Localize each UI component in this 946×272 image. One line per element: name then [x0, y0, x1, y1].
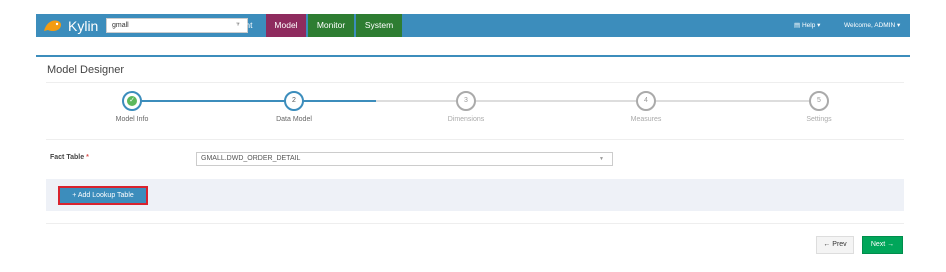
next-button[interactable]: Next → — [862, 236, 903, 254]
wizard-step-label: Settings — [806, 116, 832, 123]
lookup-table-area: + Add Lookup Table — [46, 179, 904, 211]
wizard-progress-line — [132, 100, 376, 102]
required-mark: * — [86, 154, 89, 161]
wizard-step-4[interactable]: 4 — [636, 91, 656, 111]
chevron-down-icon: ▼ — [599, 156, 604, 162]
chevron-down-icon: ▾ — [817, 22, 821, 29]
divider — [46, 223, 904, 224]
nav-model[interactable]: Model — [266, 14, 306, 37]
wizard-step-3[interactable]: 3 — [456, 91, 476, 111]
wizard-step-2[interactable]: 2 — [284, 91, 304, 111]
add-lookup-table-button[interactable]: + Add Lookup Table — [58, 186, 148, 205]
nav-monitor[interactable]: Monitor — [308, 14, 354, 37]
divider — [46, 139, 904, 140]
project-select-value: gmall — [112, 22, 129, 29]
kylin-logo-icon — [44, 19, 62, 31]
welcome-label: Welcome, ADMIN — [844, 22, 896, 29]
top-navbar: Kylin gmall ▼ Insight Model Monitor Syst… — [36, 14, 910, 37]
model-designer-panel: Model Designer ✓ Model Info 2 Data Model… — [36, 55, 910, 262]
wizard-step-label: Measures — [630, 116, 662, 123]
nav-insight[interactable]: Insight — [222, 14, 258, 37]
wizard-step-1[interactable]: ✓ — [122, 91, 142, 111]
chevron-down-icon: ▾ — [896, 22, 901, 29]
check-icon: ✓ — [127, 96, 137, 106]
book-icon: ▤ — [794, 22, 801, 29]
user-menu[interactable]: Welcome, ADMIN ▾ — [844, 14, 900, 37]
wizard-remaining-line — [376, 100, 816, 102]
wizard-step-label: Dimensions — [447, 116, 485, 123]
brand-logo[interactable]: Kylin — [36, 14, 98, 37]
help-label: Help — [801, 22, 816, 29]
wizard-step-label: Data Model — [276, 116, 312, 123]
fact-table-select[interactable]: GMALL.DWD_ORDER_DETAIL ▼ — [196, 152, 613, 166]
fact-table-value: GMALL.DWD_ORDER_DETAIL — [201, 155, 301, 162]
wizard-step-5[interactable]: 5 — [809, 91, 829, 111]
page-title: Model Designer — [47, 64, 125, 76]
brand-name: Kylin — [68, 17, 99, 34]
nav-system[interactable]: System — [356, 14, 402, 37]
wizard-step-label: Model Info — [115, 116, 149, 123]
fact-table-label-text: Fact Table — [50, 154, 85, 161]
prev-button[interactable]: ← Prev — [816, 236, 854, 254]
fact-table-label: Fact Table * — [50, 154, 89, 161]
divider — [46, 82, 904, 83]
help-menu[interactable]: ▤ Help ▾ — [794, 14, 820, 37]
